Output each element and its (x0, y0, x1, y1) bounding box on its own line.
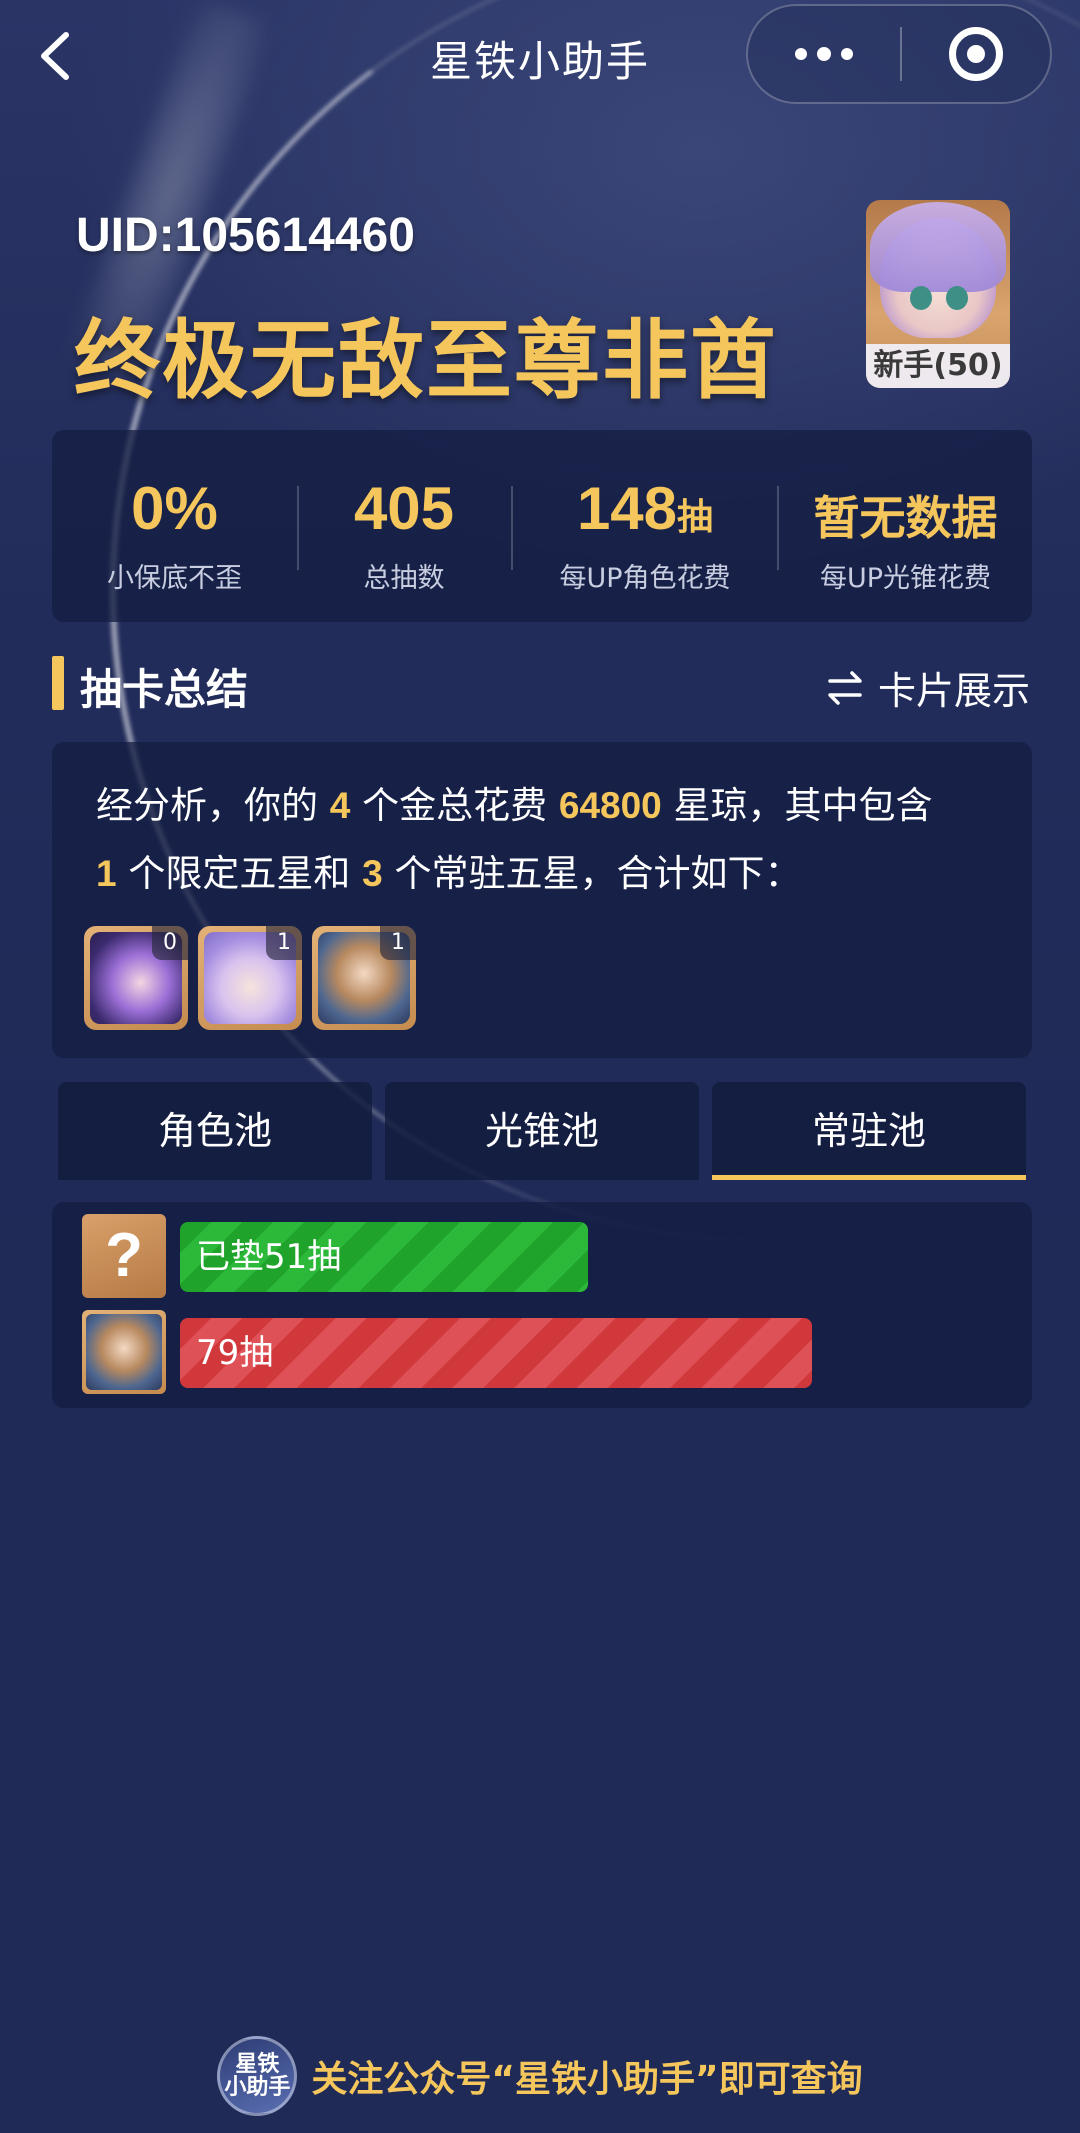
target-icon-dot (967, 45, 985, 63)
logo-text: 星铁 (235, 2051, 280, 2077)
more-button[interactable] (748, 6, 900, 102)
stat-no-lose-rate: 0% 小保底不歪 (52, 430, 297, 622)
app-logo: 星铁 小助手 (217, 2036, 298, 2116)
stat-total-pulls: 405 总抽数 (299, 430, 509, 622)
section-accent-bar (52, 656, 64, 710)
logo-text: 小助手 (224, 2075, 291, 2100)
stat-value: 暂无数据 (813, 491, 998, 545)
user-title: 终极无敌至尊非酋 (74, 311, 778, 411)
user-uid: UID:105614460 (76, 209, 415, 262)
summary-text: 个限定五星和 (128, 852, 351, 895)
footer-text: 关注公众号“星铁小助手”即可查询 (311, 2059, 863, 2100)
summary-text: 星琼，其中包含 (673, 784, 933, 827)
summary-text: 经分析，你的 (96, 784, 318, 827)
swap-icon (828, 670, 862, 705)
standard-count: 3 (362, 853, 383, 894)
pull-summary-card: 经分析，你的 4 个金总花费 64800 星琼，其中包含 1 个限定五星和 3 … (52, 742, 1032, 1058)
stat-number: 148 (576, 475, 678, 542)
pull-count-bar: 79抽 (180, 1318, 812, 1388)
character-portrait (86, 1314, 162, 1390)
stats-panel: 0% 小保底不歪 405 总抽数 148抽 每UP角色花费 暂无数据 每UP光锥… (52, 430, 1032, 622)
stat-label: 每UP角色花费 (559, 563, 731, 594)
avatar-badge: 新手(50) (866, 344, 1010, 388)
card-view-toggle[interactable]: 卡片展示 (826, 660, 1030, 715)
tab-character-pool[interactable]: 角色池 (58, 1082, 372, 1180)
avatar-hair (870, 202, 1006, 292)
summary-text: 个常驻五星，合计如下： (394, 852, 802, 895)
section-title: 抽卡总结 (80, 665, 249, 714)
more-dots-icon (795, 48, 807, 60)
mini-program-capsule (746, 4, 1052, 104)
stat-label: 小保底不歪 (107, 563, 242, 594)
eidolon-count: 1 (266, 926, 302, 960)
avatar-eye (910, 286, 932, 310)
avatar[interactable]: 新手(50) (866, 200, 1010, 388)
footer: 星铁 小助手 关注公众号“星铁小助手”即可查询 (0, 2036, 1080, 2116)
avatar-eye (946, 286, 968, 310)
more-dots-icon (817, 47, 831, 61)
summary-line-1: 经分析，你的 4 个金总花费 64800 星琼，其中包含 (96, 784, 933, 828)
top-nav: 星铁小助手 (0, 0, 1080, 110)
character-thumb[interactable]: 0 (84, 926, 188, 1030)
more-dots-icon (841, 48, 853, 60)
eidolon-count: 0 (152, 926, 188, 960)
toggle-label: 卡片展示 (878, 669, 1031, 713)
summary-text: 个金总花费 (362, 784, 548, 827)
pity-progress-bar: 已垫51抽 (180, 1222, 588, 1292)
character-thumb[interactable]: 1 (198, 926, 302, 1030)
stat-label: 每UP光锥花费 (819, 563, 992, 594)
unknown-character-icon: ? (82, 1214, 166, 1298)
stat-unit: 抽 (677, 497, 714, 538)
stat-cost-per-up-character: 148抽 每UP角色花费 (513, 430, 777, 622)
pull-history-panel: ? 已垫51抽 79抽 (52, 1202, 1032, 1408)
eidolon-count: 1 (380, 926, 416, 960)
summary-line-2: 1 个限定五星和 3 个常驻五星，合计如下： (96, 852, 801, 896)
stat-cost-per-up-lightcone: 暂无数据 每UP光锥花费 (779, 430, 1032, 622)
stat-value: 148抽 (513, 474, 777, 543)
tab-lightcone-pool[interactable]: 光锥池 (385, 1082, 699, 1180)
limited-count: 1 (96, 853, 117, 894)
stat-value: 405 (353, 475, 455, 542)
character-thumb[interactable]: 1 (312, 926, 416, 1030)
character-icon[interactable] (82, 1310, 166, 1394)
tab-standard-pool[interactable]: 常驻池 (712, 1082, 1026, 1180)
close-button[interactable] (902, 6, 1050, 102)
total-cost: 64800 (558, 785, 662, 826)
target-icon (949, 27, 1003, 81)
stat-label: 总抽数 (363, 563, 445, 594)
gold-count: 4 (329, 785, 351, 826)
stat-value: 0% (131, 475, 218, 542)
